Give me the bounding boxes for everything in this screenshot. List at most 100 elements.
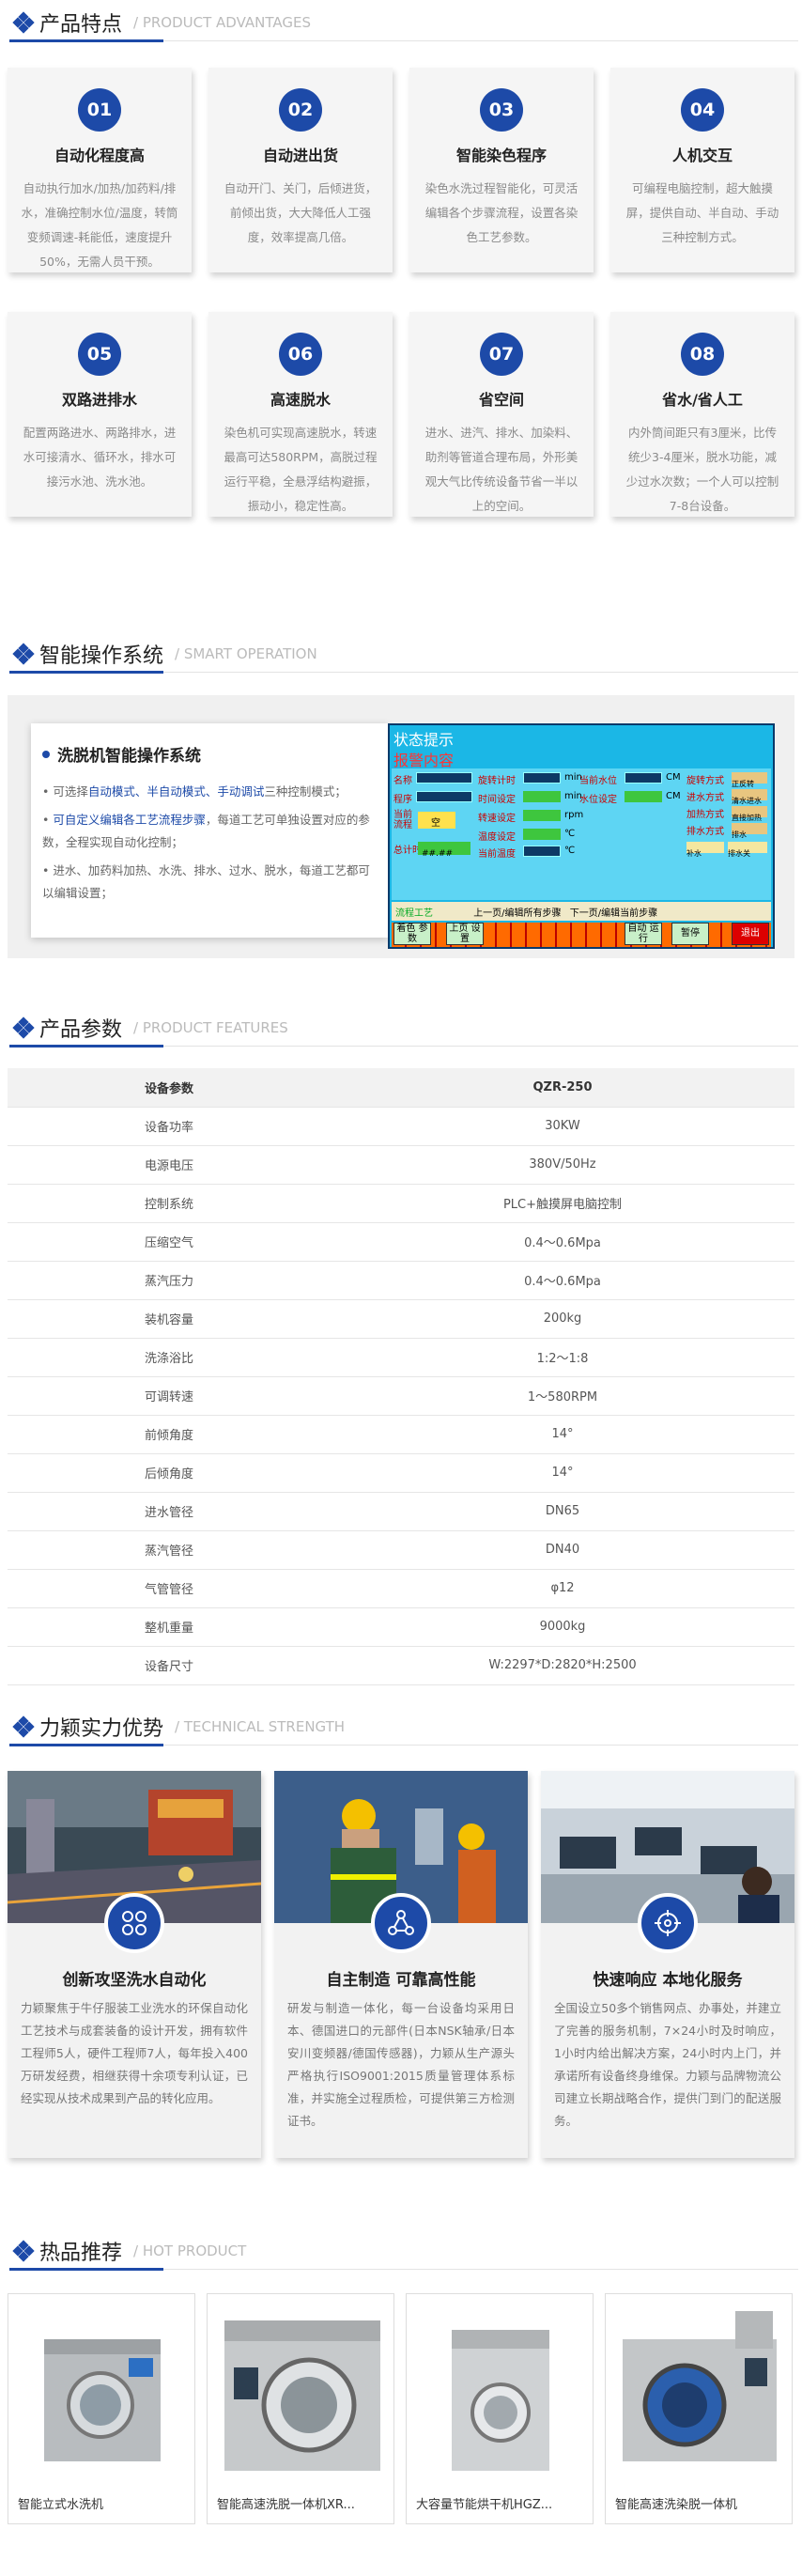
advantage-title: 自动化程度高 [54,147,145,164]
advantage-desc: 自动开门、关门，后倾进货，前倾出货，大大降低人工强度，效率提高几倍。 [224,181,378,244]
network-icon [371,1893,431,1953]
param-key: 整机重量 [8,1607,331,1647]
product-card[interactable]: 智能高速洗脱一体机XR... [207,2293,394,2524]
advantage-card: 02 自动进出货 自动开门、关门，后倾进货，前倾出货，大大降低人工强度，效率提高… [208,68,393,272]
operation-info-card: 洗脱机智能操作系统 • 可选择自动模式、半自动模式、手动调试三种控制模式； • … [31,723,388,938]
operation-card-title: 洗脱机智能操作系统 [42,742,377,766]
panel-label: 当前水位 [579,776,617,786]
param-header-key: 设备参数 [8,1068,331,1108]
drain-off-text: 排水关 [728,849,750,858]
strength-desc: 全国设立50多个销售网点、办事处，并建立了完善的服务机制，7×24小时及时响应，… [554,2001,781,2128]
param-key: 蒸汽压力 [8,1261,331,1300]
section-subtitle: / PRODUCT ADVANTAGES [133,13,311,31]
table-row: 气管管径 φ12 [8,1569,794,1608]
hot-header: 热品推荐 / HOT PRODUCT [9,2232,798,2271]
product-image[interactable] [16,2302,187,2486]
param-value: 14° [331,1415,794,1454]
table-row: 前倾角度 14° [8,1415,794,1454]
param-key: 压缩空气 [8,1222,331,1262]
color-params-button[interactable]: 着色 参数 [393,923,431,945]
flow-tab-prev[interactable]: 上一页/编辑所有步骤 [473,908,561,919]
table-row: 可调转速 1～580RPM [8,1376,794,1416]
section-title: 智能操作系统 [39,644,164,668]
table-row: 蒸汽压力 0.4～0.6Mpa [8,1261,794,1300]
product-image[interactable] [215,2302,386,2486]
product-card[interactable]: 大容量节能烘干机HGZ... [406,2293,594,2524]
diamond-cluster-icon [12,1715,35,1738]
panel-label: 旋转计时 [478,776,516,786]
table-row: 电源电压 380V/50Hz [8,1145,794,1185]
params-table: 设备参数 QZR-250 设备功率 30KW 电源电压 380V/50Hz 控制系统… [8,1068,794,1685]
drain-off-indicator: 排水关 [728,842,767,858]
table-row: 整机重量 9000kg [8,1607,794,1647]
current-temp-readout [523,846,561,857]
param-value: DN65 [331,1492,794,1531]
strength-card: 创新攻坚洗水自动化 力颖聚焦于牛仔服装工业洗水的环保自动化工艺技术与成套装备的设… [8,1771,261,2158]
unit-label: rpm [564,810,584,820]
operation-header: 智能操作系统 / SMART OPERATION [9,635,798,674]
advantage-desc: 自动执行加水/加热/加药料/排水，准确控制水位/温度，转筒变频调速-耗能低，速度… [21,181,178,269]
bullet-highlight: 自动模式、半自动模式、手动调试 [87,784,265,799]
product-image[interactable] [414,2302,585,2486]
panel-label: 温度设定 [478,832,516,843]
panel-label: 时间设定 [478,795,516,805]
product-card[interactable]: 智能高速洗染脱一体机 [605,2293,793,2524]
drain-mode-value: 排水 [732,823,767,839]
panel-label: 名称 [393,776,412,786]
product-name[interactable]: 智能高速洗脱一体机XR... [217,2494,355,2512]
product-name[interactable]: 大容量节能烘干机HGZ... [416,2494,552,2512]
panel-label: 当前温度 [478,849,516,860]
param-value: 0.4～0.6Mpa [331,1222,794,1262]
advantage-number: 03 [480,88,523,132]
strength-card: 快速响应 本地化服务 全国设立50多个销售网点、办事处，并建立了完善的服务机制，… [541,1771,794,2158]
product-card[interactable]: 智能立式水洗机 [8,2293,195,2524]
param-value: W:2297*D:2820*H:2500 [331,1646,794,1685]
spin-time-readout [523,772,561,784]
param-value: 200kg [331,1299,794,1339]
strength-desc: 力颖聚焦于牛仔服装工业洗水的环保自动化工艺技术与成套装备的设计开发，拥有软件工程… [21,2001,248,2105]
page-setup-button[interactable]: 上页 设置 [446,923,484,945]
current-step-value: 空 [431,818,440,829]
panel-label: 加热方式 [686,810,724,820]
operation-bullet: • 进水、加药料加热、水洗、排水、过水、脱水，每道工艺都可以编辑设置； [42,860,377,905]
diamond-cluster-icon [12,1016,35,1039]
product-name[interactable]: 智能高速洗染脱一体机 [615,2494,737,2512]
product-name[interactable]: 智能立式水洗机 [18,2494,103,2512]
param-key: 设备功率 [8,1107,331,1146]
level-set-readout [625,791,662,802]
diamond-cluster-icon [12,2239,35,2262]
advantages-header: 产品特点 / PRODUCT ADVANTAGES [9,4,798,42]
name-readout [416,772,472,784]
section-underline [9,39,163,42]
section-title: 产品特点 [39,12,123,37]
param-value: 30KW [331,1107,794,1146]
bullet-text: 三种控制模式； [264,784,347,799]
flow-tab-next[interactable]: 下一页/编辑当前步骤 [570,908,657,919]
pause-button[interactable]: 暂停 [671,923,709,945]
panel-label: 当前流程 [393,810,412,830]
current-step-readout: 空 [418,812,455,829]
refill-indicator: 补水 [686,842,724,858]
param-key: 进水管径 [8,1492,331,1531]
advantage-title: 自动进出货 [262,147,338,164]
rotation-mode-value: 正反转 [732,772,767,788]
panel-label: 水位设定 [579,795,617,805]
table-row: 设备尺寸 W:2297*D:2820*H:2500 [8,1646,794,1685]
exit-button[interactable]: 退出 [732,923,769,945]
section-underline [9,1045,163,1047]
product-image[interactable] [613,2302,784,2486]
hot-products-grid: 智能立式水洗机 智能高速洗脱一体机XR... 大容量节能烘干机HGZ... 智能… [8,2293,794,2524]
strength-title: 创新攻坚洗水自动化 [62,1971,207,1990]
diamond-cluster-icon [12,10,35,34]
advantage-desc: 染色机可实现高速脱水，转速最高可达580RPM，高脱过程运行平稳，全悬浮结构避振… [224,426,378,513]
section-title: 热品推荐 [39,2241,123,2265]
param-value: 1～580RPM [331,1376,794,1416]
inlet-mode-text: 清水进水 [732,797,762,805]
operation-card-title-text: 洗脱机智能操作系统 [57,747,201,766]
bullet-text: • 可选择 [42,784,88,799]
table-row: 后倾角度 14° [8,1453,794,1493]
advantage-card: 08 省水/省人工 内外筒间距只有3厘米，比传统少3-4厘米，脱水功能，减少过水… [610,312,794,517]
auto-run-button[interactable]: 自动 运行 [625,923,662,945]
unit-label: CM [666,772,681,783]
param-key: 电源电压 [8,1145,331,1185]
